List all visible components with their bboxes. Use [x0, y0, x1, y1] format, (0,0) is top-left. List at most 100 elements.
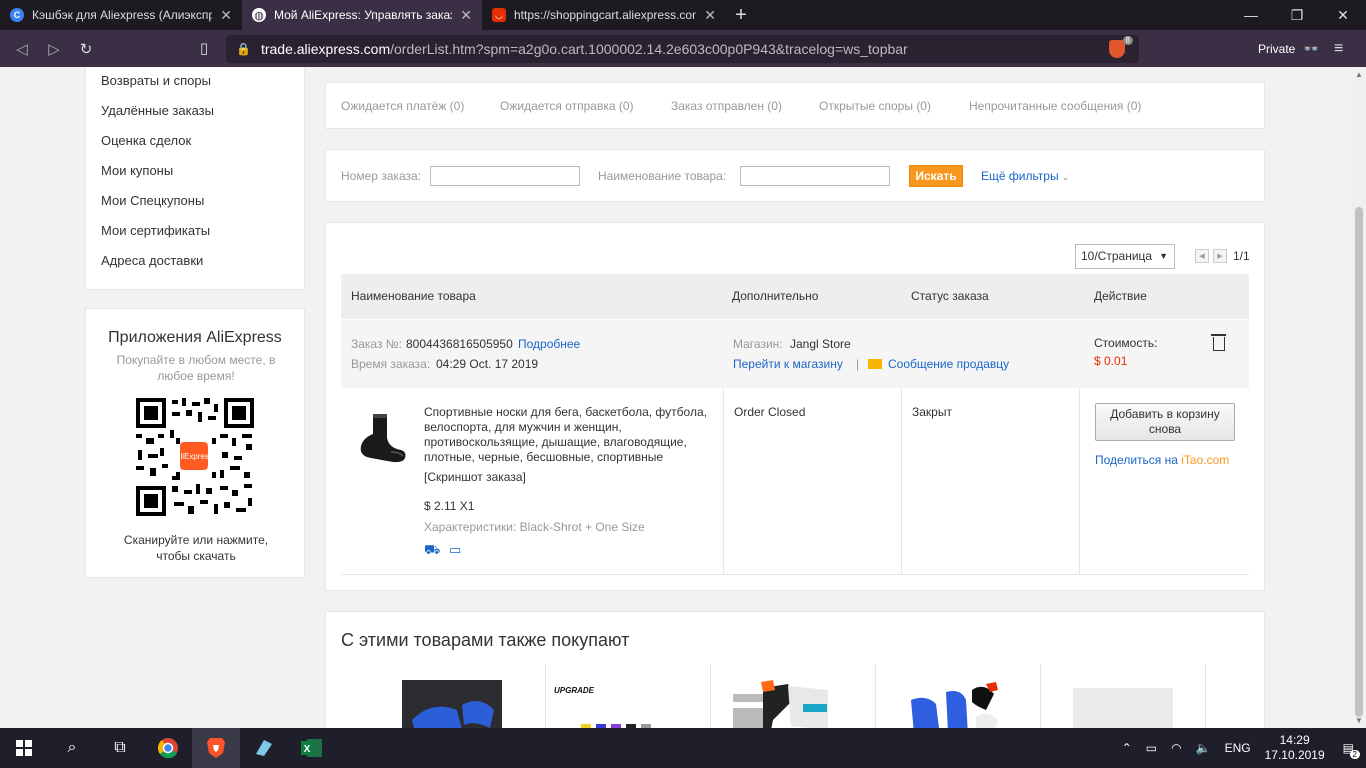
message-seller-link[interactable]: Сообщение продавцу	[868, 357, 1009, 371]
also-bought-title: С этими товарами также покупают	[341, 630, 630, 650]
shipping-truck-icon[interactable]: ⛟	[424, 542, 440, 560]
search-button[interactable]: Искать	[909, 165, 963, 187]
qr-code[interactable]: AliExpress	[136, 398, 254, 516]
brave-icon[interactable]	[192, 728, 240, 768]
page-indicator: 1/1	[1233, 249, 1250, 263]
unit-price: $ 2.11 X1	[424, 499, 475, 513]
sidebar-item-addresses[interactable]: Адреса доставки	[101, 253, 203, 268]
upgrade-label: UPGRADE	[554, 686, 595, 695]
new-tab-button[interactable]: +	[726, 0, 756, 30]
order-snapshot-link[interactable]: [Скриншот заказа]	[424, 470, 526, 484]
chrome-icon[interactable]	[144, 728, 192, 768]
column-divider	[723, 388, 724, 575]
tab-shopping-cart[interactable]: ◡ https://shoppingcart.aliexpress.com ✕	[482, 0, 726, 30]
prev-page-icon[interactable]: ◀	[1195, 249, 1209, 263]
order-number-input[interactable]	[430, 166, 580, 186]
product-name-link[interactable]: Спортивные носки для бега, баскетбола, ф…	[424, 405, 724, 465]
order-details-link[interactable]: Подробнее	[518, 337, 580, 351]
extra-status: Order Closed	[734, 405, 806, 419]
recommended-product[interactable]	[1205, 664, 1366, 728]
orders-table-header: Наименование товара Дополнительно Статус…	[341, 274, 1249, 319]
recommended-product[interactable]	[372, 664, 536, 728]
recommended-product[interactable]: UPGRADE	[545, 664, 709, 728]
sidebar-item-special-coupons[interactable]: Мои Спецкупоны	[101, 193, 204, 208]
add-to-cart-again-button[interactable]: Добавить в корзину снова	[1095, 403, 1235, 441]
forward-icon[interactable]: ▷	[38, 33, 70, 65]
menu-icon[interactable]: ≡	[1334, 30, 1343, 67]
product-image	[581, 724, 651, 728]
tab-title: Мой AliExpress: Управлять заказами	[274, 8, 452, 22]
divider: |	[856, 357, 860, 371]
also-bought-section: С этими товарами также покупают UPGRADE	[325, 611, 1265, 728]
scroll-up-icon[interactable]: ▲	[1355, 70, 1363, 79]
status-tab-awaiting-shipment[interactable]: Ожидается отправка (0)	[500, 99, 634, 113]
product-image	[402, 680, 502, 728]
tab-title: Кэшбэк для Aliexpress (Алиэкспресс)	[32, 8, 213, 22]
order-search-panel: Номер заказа: Наименование товара: Искат…	[325, 149, 1265, 202]
scrollbar-thumb[interactable]	[1355, 207, 1363, 717]
address-bar[interactable]: 🔒 trade.aliexpress.com/orderList.htm?spm…	[226, 35, 1139, 63]
close-window-icon[interactable]: ✕	[1320, 0, 1366, 30]
card-icon[interactable]: ▭	[449, 542, 461, 558]
per-page-select[interactable]: 10/Страница ▼	[1075, 244, 1175, 269]
sidebar-item-deleted-orders[interactable]: Удалённые заказы	[101, 103, 214, 118]
recommended-product[interactable]	[875, 664, 1039, 728]
status-tab-awaiting-payment[interactable]: Ожидается платёж (0)	[341, 99, 464, 113]
tray-chevron-up-icon[interactable]: ⌃	[1122, 741, 1132, 755]
share-itao-link[interactable]: Поделиться на iTao.com	[1095, 453, 1229, 467]
sidebar-item-feedback[interactable]: Оценка сделок	[101, 133, 191, 148]
product-thumbnail[interactable]	[351, 408, 409, 466]
browser-tab-bar: C Кэшбэк для Aliexpress (Алиэкспресс) ✕ …	[0, 0, 1366, 30]
recommended-product[interactable]	[710, 664, 874, 728]
reload-icon[interactable]: ↻	[70, 33, 102, 65]
app-icon[interactable]	[240, 728, 288, 768]
minimize-icon[interactable]: —	[1228, 0, 1274, 30]
status-tab-unread-messages[interactable]: Непрочитанные сообщения (0)	[969, 99, 1141, 113]
url-host: trade.aliexpress.com	[260, 41, 391, 57]
tab-cashback[interactable]: C Кэшбэк для Aliexpress (Алиэкспресс) ✕	[0, 0, 242, 30]
close-tab-icon[interactable]: ✕	[460, 7, 472, 24]
volume-icon[interactable]: 🔈	[1196, 741, 1211, 755]
excel-icon[interactable]: X	[288, 728, 336, 768]
column-divider	[1079, 388, 1080, 575]
status-tab-open-disputes[interactable]: Открытые споры (0)	[819, 99, 931, 113]
battery-icon[interactable]: ▭	[1146, 741, 1157, 755]
page-scrollbar[interactable]: ▲ ▼	[1352, 67, 1366, 728]
brave-shield-icon[interactable]: 8	[1109, 36, 1133, 58]
orders-panel: 10/Страница ▼ ◀ ▶ 1/1 Наименование товара…	[325, 222, 1265, 591]
back-icon[interactable]: ◁	[6, 33, 38, 65]
language-indicator[interactable]: ENG	[1225, 741, 1251, 755]
status-tab-shipped[interactable]: Заказ отправлен (0)	[671, 99, 782, 113]
dropdown-arrow-icon: ▼	[1159, 251, 1168, 261]
wifi-icon[interactable]: ◠	[1171, 741, 1181, 755]
order-header-row: Заказ №: 8004436816505950 Подробнее Врем…	[341, 320, 1249, 388]
windows-start-icon[interactable]	[0, 728, 48, 768]
product-name-input[interactable]	[740, 166, 890, 186]
window-controls: — ❐ ✕	[1228, 0, 1366, 30]
clock-date: 17.10.2019	[1264, 748, 1325, 762]
store-caption: Магазин:	[733, 337, 783, 351]
maximize-icon[interactable]: ❐	[1274, 0, 1320, 30]
message-seller-label: Сообщение продавцу	[888, 357, 1010, 371]
tab-my-aliexpress[interactable]: ◍ Мой AliExpress: Управлять заказами ✕	[242, 0, 482, 30]
trash-icon[interactable]	[1211, 334, 1226, 351]
more-filters-link[interactable]: Ещё фильтры ⌄	[981, 169, 1069, 183]
scroll-down-icon[interactable]: ▼	[1355, 716, 1363, 725]
search-icon[interactable]: ⌕	[48, 728, 96, 768]
product-image	[911, 682, 998, 728]
sidebar-item-returns[interactable]: Возвраты и споры	[101, 73, 211, 88]
close-tab-icon[interactable]: ✕	[220, 7, 232, 24]
notifications-icon[interactable]: ▤ 2	[1343, 741, 1360, 759]
task-view-icon[interactable]: ⧉	[96, 728, 144, 768]
url-text[interactable]: trade.aliexpress.com/orderList.htm?spm=a…	[261, 41, 1109, 57]
cost-caption: Стоимость:	[1094, 336, 1158, 350]
go-to-store-link[interactable]: Перейти к магазину	[733, 357, 843, 371]
recommended-product[interactable]	[1040, 664, 1204, 728]
order-status-filter: Ожидается платёж (0) Ожидается отправка …	[325, 82, 1265, 129]
next-page-icon[interactable]: ▶	[1213, 249, 1227, 263]
sidebar-item-certificates[interactable]: Мои сертификаты	[101, 223, 210, 238]
sidebar-item-coupons[interactable]: Мои купоны	[101, 163, 173, 178]
close-tab-icon[interactable]: ✕	[704, 7, 716, 24]
clock[interactable]: 14:29 17.10.2019	[1265, 733, 1325, 763]
bookmark-icon[interactable]: ▯	[188, 32, 220, 64]
